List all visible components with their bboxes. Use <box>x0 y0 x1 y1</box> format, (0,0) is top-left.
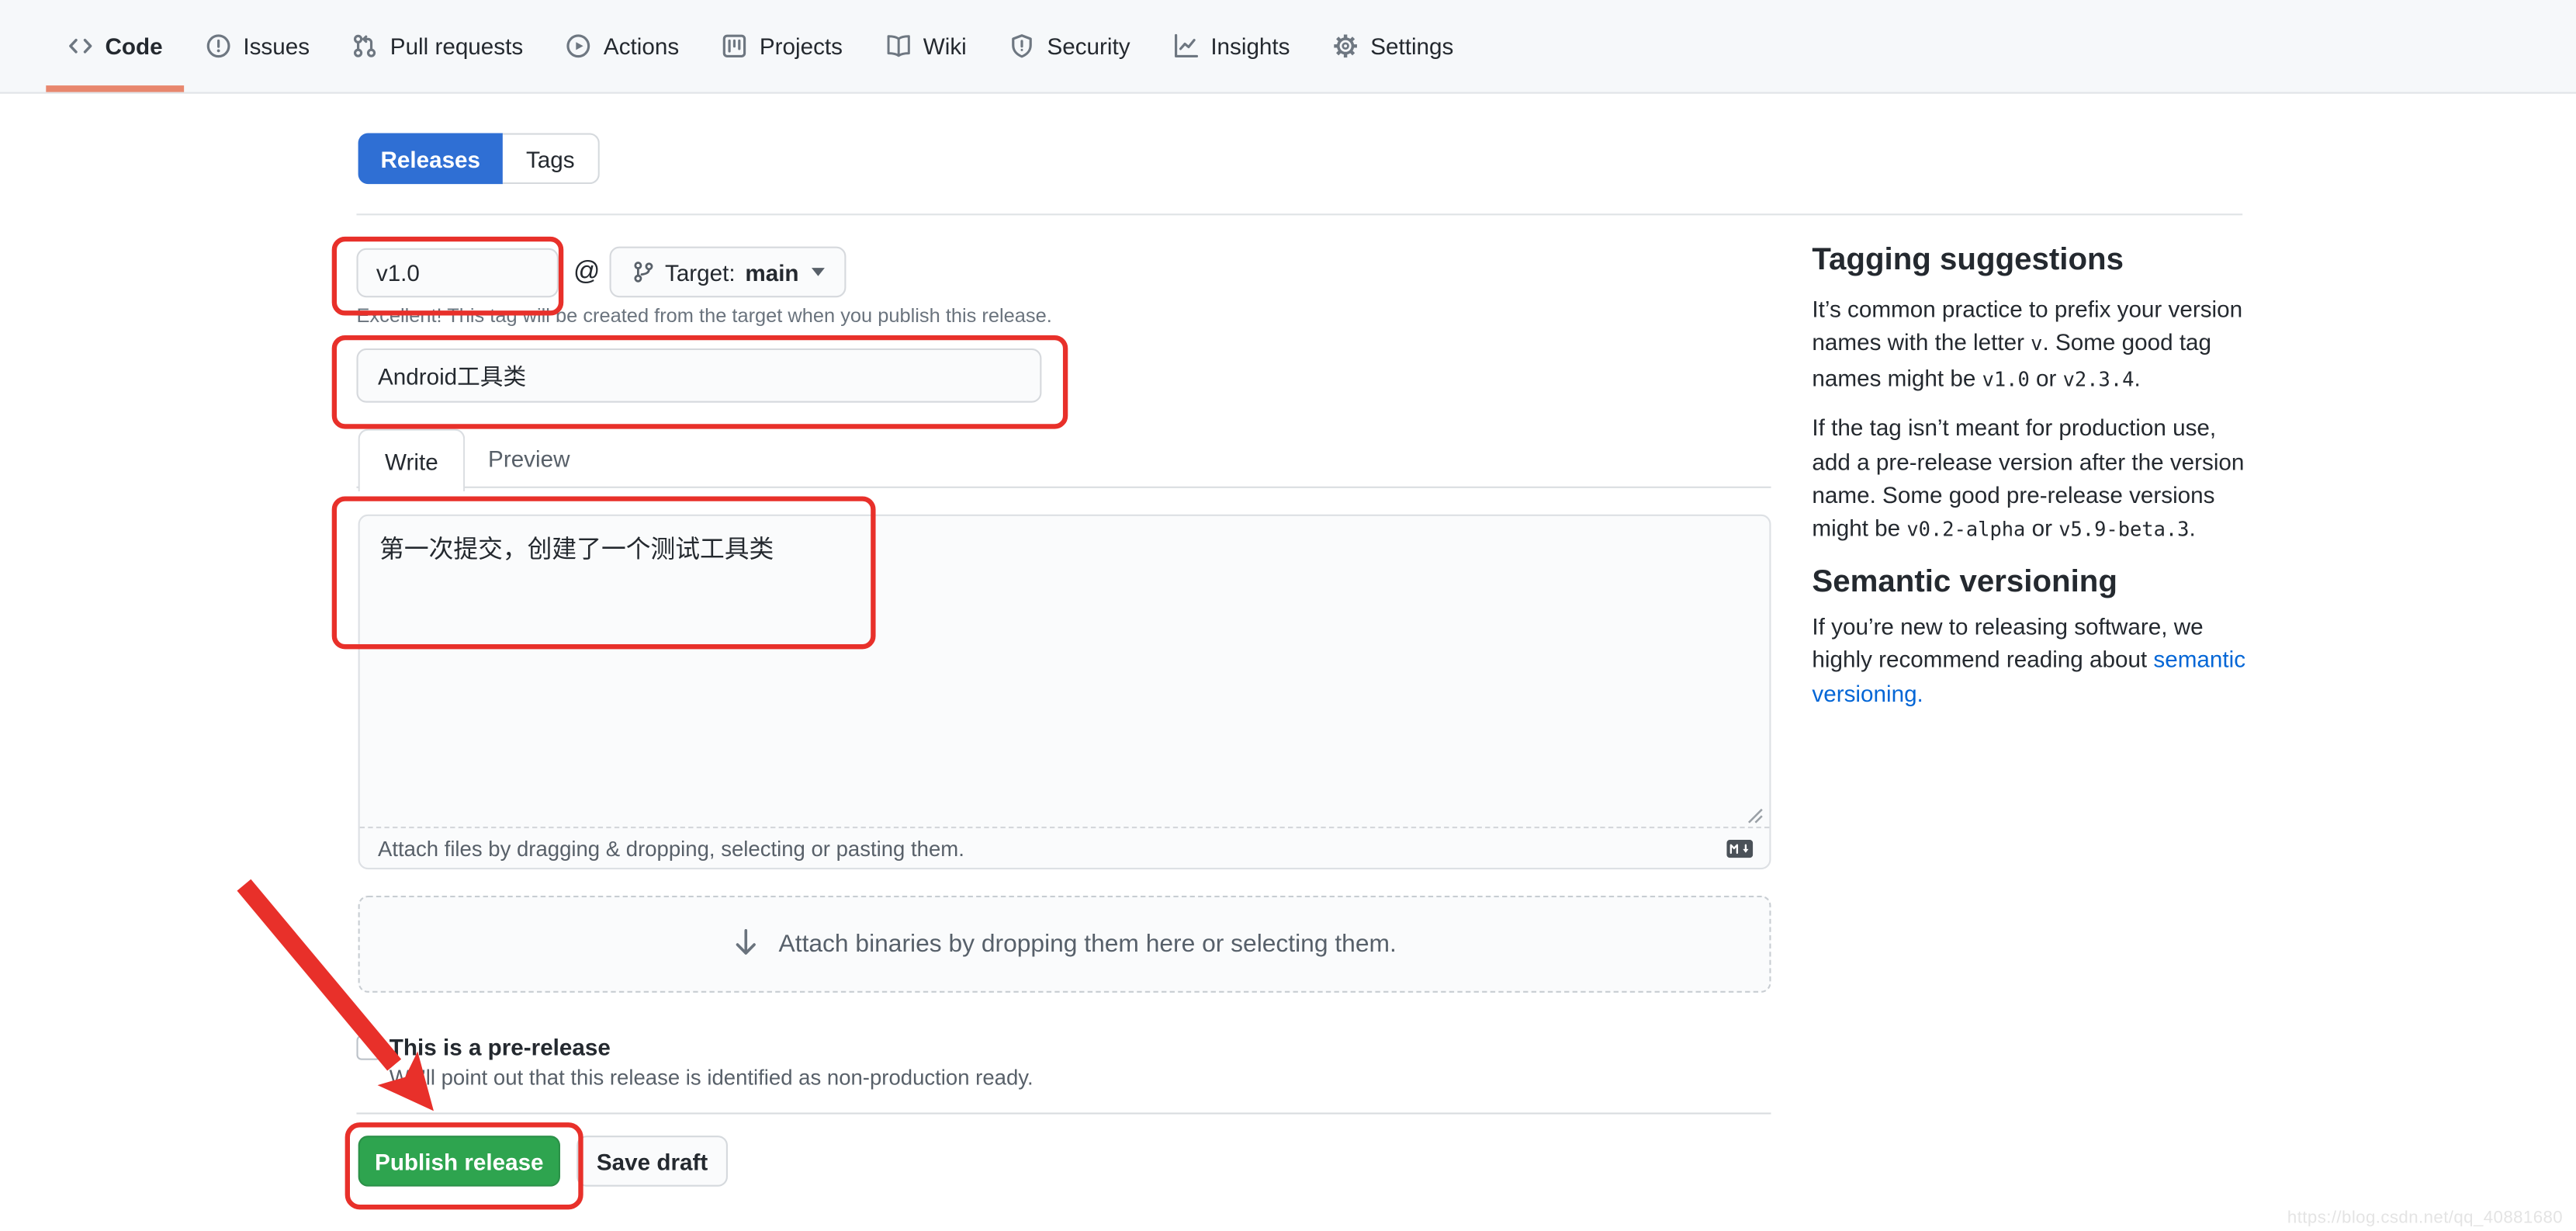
wiki-icon <box>885 33 912 59</box>
tab-projects[interactable]: Projects <box>701 0 864 92</box>
tag-helper-text: Excellent! This tag will be created from… <box>356 304 1051 328</box>
dropzone-text: Attach binaries by dropping them here or… <box>779 930 1397 958</box>
tagging-sidebar: Tagging suggestions It’s common practice… <box>1812 241 2249 710</box>
release-description-editor: 第一次提交，创建了一个测试工具类 Attach files by draggin… <box>358 515 1771 869</box>
save-draft-button[interactable]: Save draft <box>576 1136 728 1187</box>
tab-preview[interactable]: Preview <box>462 429 597 487</box>
security-icon <box>1009 33 1036 59</box>
attach-files-bar[interactable]: Attach files by dragging & dropping, sel… <box>360 827 1770 868</box>
tab-label: Issues <box>243 33 310 59</box>
prerelease-note: We’ll point out that this release is ide… <box>390 1065 1034 1090</box>
prerelease-checkbox[interactable] <box>356 1035 381 1060</box>
release-page: Code Issues Pull requests Actions Projec… <box>0 0 2576 1231</box>
watermark-text: https://blog.csdn.net/qq_40881680 <box>2267 1208 2563 1227</box>
tab-actions[interactable]: Actions <box>545 0 701 92</box>
actions-icon <box>566 33 592 59</box>
attach-files-text: Attach files by dragging & dropping, sel… <box>378 836 964 861</box>
releases-tags-toggle: Releases Tags <box>358 134 600 185</box>
sidebar-paragraph: If you’re new to releasing software, we … <box>1812 609 2249 710</box>
code-icon <box>68 33 94 59</box>
tab-label: Actions <box>604 33 679 59</box>
projects-icon <box>722 33 748 59</box>
target-branch-button[interactable]: Target: main <box>610 247 847 298</box>
git-branch-icon <box>631 260 656 285</box>
tab-issues[interactable]: Issues <box>184 0 331 92</box>
sidebar-heading-tagging: Tagging suggestions <box>1812 241 2249 279</box>
chevron-down-icon <box>812 268 826 276</box>
binaries-dropzone[interactable]: Attach binaries by dropping them here or… <box>358 896 1771 993</box>
prerelease-label[interactable]: This is a pre-release <box>390 1034 611 1060</box>
tag-name-input[interactable] <box>356 248 558 298</box>
tab-settings[interactable]: Settings <box>1311 0 1475 92</box>
tab-code[interactable]: Code <box>46 0 184 92</box>
tab-security[interactable]: Security <box>988 0 1151 92</box>
target-label: Target: <box>665 258 736 285</box>
tab-label: Settings <box>1370 33 1453 59</box>
tab-pull-requests[interactable]: Pull requests <box>331 0 545 92</box>
repo-tab-nav: Code Issues Pull requests Actions Projec… <box>0 0 2576 94</box>
release-title-input[interactable] <box>356 348 1041 403</box>
description-textarea[interactable]: 第一次提交，创建了一个测试工具类 <box>360 516 1770 827</box>
insights-icon <box>1173 33 1200 59</box>
sidebar-heading-semver: Semantic versioning <box>1812 563 2249 602</box>
tab-write[interactable]: Write <box>358 429 466 491</box>
target-branch-name: main <box>745 258 798 285</box>
tags-segment[interactable]: Tags <box>503 134 600 185</box>
releases-segment[interactable]: Releases <box>358 134 503 185</box>
markdown-icon[interactable] <box>1726 839 1753 857</box>
pull-request-icon <box>352 33 379 59</box>
tab-label: Wiki <box>923 33 967 59</box>
tab-label: Projects <box>760 33 843 59</box>
issue-icon <box>206 33 232 59</box>
at-symbol: @ <box>573 248 600 298</box>
publish-release-button[interactable]: Publish release <box>358 1136 560 1187</box>
actions-divider <box>356 1112 1771 1114</box>
sidebar-paragraph: If the tag isn’t meant for production us… <box>1812 411 2249 547</box>
tab-label: Security <box>1047 33 1130 59</box>
tab-label: Pull requests <box>390 33 523 59</box>
tab-label: Code <box>106 33 163 59</box>
download-arrow-icon <box>732 928 759 959</box>
tab-label: Insights <box>1210 33 1290 59</box>
header-divider <box>356 213 2242 215</box>
tab-wiki[interactable]: Wiki <box>864 0 989 92</box>
resize-handle-icon[interactable] <box>1748 809 1763 824</box>
tabbar-divider <box>356 487 1771 488</box>
settings-icon <box>1333 33 1359 59</box>
sidebar-paragraph: It’s common practice to prefix your vers… <box>1812 293 2249 397</box>
tab-insights[interactable]: Insights <box>1151 0 1311 92</box>
